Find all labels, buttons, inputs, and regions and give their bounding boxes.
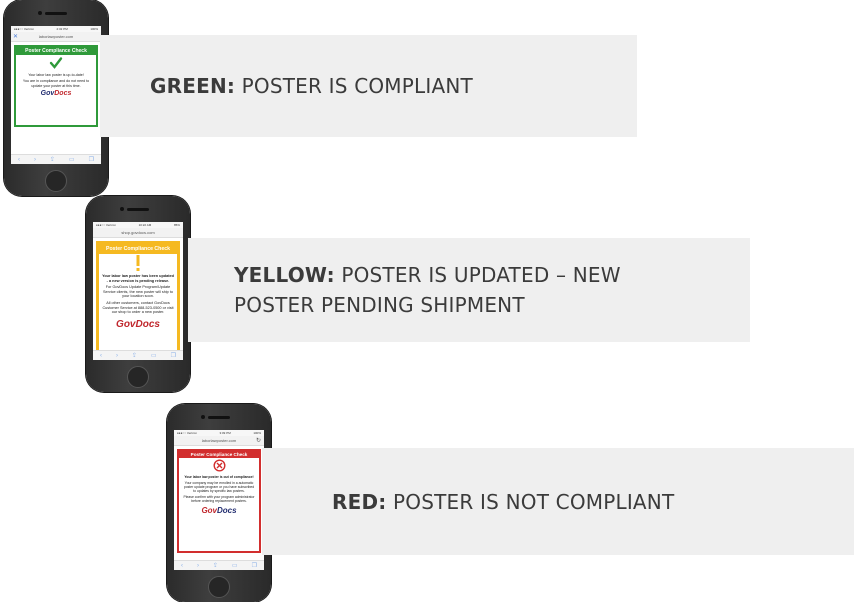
- exclamation-icon: [99, 254, 177, 272]
- caption-green: GREEN: POSTER IS COMPLIANT: [100, 35, 637, 137]
- status-detail: You are in compliance and do not need to…: [22, 79, 90, 88]
- address-bar[interactable]: ✕ laborlawposter.com: [11, 32, 101, 42]
- caption-text: POSTER IS COMPLIANT: [241, 74, 473, 98]
- address-bar[interactable]: shop.govdocs.com: [93, 228, 183, 238]
- check-icon: [16, 55, 96, 71]
- browser-toolbar: ‹ › ⇪ ▭ ❐: [174, 560, 264, 570]
- caption-yellow: YELLOW: POSTER IS UPDATED – NEW POSTER P…: [188, 238, 750, 342]
- reload-icon[interactable]: ↻: [256, 436, 261, 446]
- tabs-icon[interactable]: ❐: [252, 562, 257, 569]
- status-detail: For GovDocs Update Program/Update Servic…: [102, 285, 174, 299]
- home-button: [45, 170, 67, 192]
- address-text: laborlawposter.com: [38, 34, 74, 39]
- caption-lead: GREEN:: [150, 74, 236, 98]
- govdocs-logo: GovDocs: [116, 318, 160, 330]
- browser-toolbar: ‹ › ⇪ ▭ ❐: [93, 350, 183, 360]
- x-circle-icon: [179, 458, 259, 473]
- card-title: Poster Compliance Check: [99, 244, 177, 255]
- address-bar[interactable]: laborlawposter.com ↻: [174, 436, 264, 446]
- govdocs-logo: GovDocs: [201, 506, 237, 516]
- share-icon[interactable]: ⇪: [213, 562, 218, 569]
- back-icon[interactable]: ‹: [181, 563, 183, 569]
- caption-text: POSTER IS NOT COMPLIANT: [393, 489, 675, 514]
- forward-icon[interactable]: ›: [197, 563, 199, 569]
- card-title: Poster Compliance Check: [179, 451, 259, 458]
- phone-screen: ●●●○○ Verizon 3:09 PM 100% laborlawposte…: [174, 430, 264, 570]
- status-detail-2: All other customers, contact GovDocs Cus…: [102, 300, 174, 315]
- phone-red: ●●●○○ Verizon 3:09 PM 100% laborlawposte…: [167, 404, 271, 602]
- govdocs-logo: GovDocs: [40, 89, 72, 97]
- bookmarks-icon[interactable]: ▭: [232, 562, 238, 569]
- compliance-card-red: Poster Compliance Check Your labor law p…: [177, 449, 261, 553]
- tabs-icon[interactable]: ❐: [171, 352, 176, 359]
- status-detail-2: Please confirm with your program adminis…: [183, 495, 255, 504]
- phone-screen: ●●●○○ Verizon 2:32 PM 100% ✕ laborlawpos…: [11, 26, 101, 164]
- front-camera: [201, 415, 205, 419]
- caption-lead: YELLOW:: [234, 263, 335, 287]
- bookmarks-icon[interactable]: ▭: [151, 352, 157, 359]
- tabs-icon[interactable]: ❐: [89, 156, 94, 163]
- bookmarks-icon[interactable]: ▭: [69, 156, 75, 163]
- phone-speaker: [45, 12, 67, 15]
- back-icon[interactable]: ‹: [100, 353, 102, 359]
- status-message: Your labor law poster is out of complian…: [184, 475, 254, 479]
- caption-lead: RED:: [332, 489, 387, 514]
- close-icon[interactable]: ✕: [13, 32, 18, 42]
- forward-icon[interactable]: ›: [116, 353, 118, 359]
- forward-icon[interactable]: ›: [34, 157, 36, 163]
- compliance-card-yellow: Poster Compliance Check Your labor law p…: [96, 241, 180, 353]
- card-title: Poster Compliance Check: [16, 47, 96, 55]
- phone-yellow: ●●●○○ Verizon 10:22 AM 85% shop.govdocs.…: [86, 196, 190, 392]
- address-text: shop.govdocs.com: [121, 230, 155, 235]
- browser-toolbar: ‹ › ⇪ ▭ ❐: [11, 154, 101, 164]
- caption-text: POSTER IS UPDATED – NEW: [341, 263, 621, 287]
- address-text: laborlawposter.com: [201, 438, 237, 443]
- phone-speaker: [127, 208, 149, 211]
- front-camera: [120, 207, 124, 211]
- phone-green: ●●●○○ Verizon 2:32 PM 100% ✕ laborlawpos…: [4, 0, 108, 196]
- back-icon[interactable]: ‹: [18, 157, 20, 163]
- share-icon[interactable]: ⇪: [50, 156, 55, 163]
- status-detail: Your company may be enrolled in a automa…: [183, 481, 255, 494]
- compliance-card-green: Poster Compliance Check Your labor law p…: [14, 45, 98, 127]
- home-button: [208, 576, 230, 598]
- phone-screen: ●●●○○ Verizon 10:22 AM 85% shop.govdocs.…: [93, 222, 183, 360]
- front-camera: [38, 11, 42, 15]
- status-message: Your labor law poster is up-to-date!: [28, 73, 84, 77]
- share-icon[interactable]: ⇪: [132, 352, 137, 359]
- phone-speaker: [208, 416, 230, 419]
- caption-red: RED: POSTER IS NOT COMPLIANT: [262, 448, 854, 555]
- caption-text-line2: POSTER PENDING SHIPMENT: [234, 293, 525, 317]
- status-message: Your labor law poster has been updated -…: [102, 274, 174, 283]
- home-button: [127, 366, 149, 388]
